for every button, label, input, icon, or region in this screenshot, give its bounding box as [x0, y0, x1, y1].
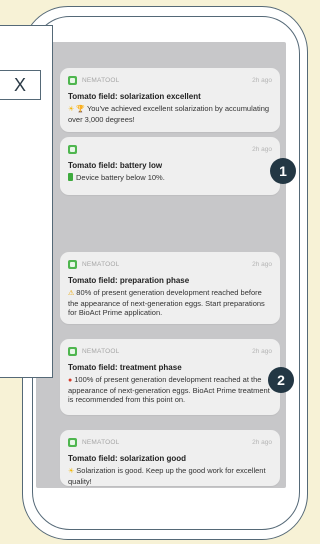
app-name: NEMATOOL [82, 260, 120, 268]
notification-message: ☀ 🏆 You've achieved excellent solarizatio… [68, 104, 272, 124]
step-marker-1: 1 [270, 158, 296, 184]
notification-title: Tomato field: treatment phase [68, 363, 182, 372]
close-button[interactable]: X [0, 70, 41, 100]
message-text: Device battery below 10%. [76, 173, 165, 182]
sun-icon: ☀ [68, 468, 75, 475]
warning-icon: ⚠ [68, 290, 75, 297]
notification-card[interactable]: NEMATOOL 2h ago Tomato field: solarizati… [60, 430, 280, 486]
battery-icon [68, 173, 73, 181]
sun-trophy-icon: ☀ 🏆 [68, 106, 85, 113]
app-name: NEMATOOL [82, 347, 120, 355]
notification-card[interactable]: NEMATOOL 2h ago Tomato field: solarizati… [60, 68, 280, 132]
red-circle-icon: ● [68, 377, 73, 384]
notification-message: ☀ Solarization is good. Keep up the good … [68, 466, 272, 486]
notification-time: 2h ago [252, 347, 272, 355]
notification-title: Tomato field: solarization good [68, 454, 187, 463]
step-number: 2 [277, 372, 285, 388]
app-name: NEMATOOL [82, 438, 120, 446]
notification-title: Tomato field: preparation phase [68, 276, 190, 285]
notification-title: Tomato field: battery low [68, 161, 163, 170]
card-header: NEMATOOL 2h ago [68, 345, 272, 357]
notification-time: 2h ago [252, 260, 272, 268]
nematool-app-icon [68, 437, 77, 447]
card-header: NEMATOOL 2h ago [68, 436, 272, 448]
step-marker-2: 2 [268, 367, 294, 393]
message-text: 100% of present generation development r… [68, 375, 270, 404]
notification-card[interactable]: 2h ago Tomato field: battery low Device … [60, 137, 280, 195]
card-header: 2h ago [68, 143, 272, 155]
notification-card[interactable]: NEMATOOL 2h ago Tomato field: treatment … [60, 339, 280, 415]
notification-time: 2h ago [252, 76, 272, 84]
notification-message: ● 100% of present generation development … [68, 375, 272, 405]
notification-message: ⚠ 80% of present generation development r… [68, 288, 272, 318]
message-text: Solarization is good. Keep up the good w… [68, 466, 266, 486]
nematool-app-icon [68, 346, 77, 356]
app-name: NEMATOOL [82, 76, 120, 84]
notification-title: Tomato field: solarization excellent [68, 92, 201, 101]
nematool-app-icon [68, 144, 77, 154]
step-number: 1 [279, 163, 287, 179]
message-text: 80% of present generation development re… [68, 288, 265, 317]
nematool-app-icon [68, 259, 77, 269]
card-header: NEMATOOL 2h ago [68, 74, 272, 86]
notification-message: Device battery below 10%. [68, 173, 272, 183]
nematool-app-icon [68, 75, 77, 85]
side-panel: X [0, 25, 53, 378]
message-text: You've achieved excellent solarization b… [68, 104, 270, 124]
notification-time: 2h ago [252, 145, 272, 153]
notification-time: 2h ago [252, 438, 272, 446]
notification-card[interactable]: NEMATOOL 2h ago Tomato field: preparatio… [60, 252, 280, 324]
card-header: NEMATOOL 2h ago [68, 258, 272, 270]
